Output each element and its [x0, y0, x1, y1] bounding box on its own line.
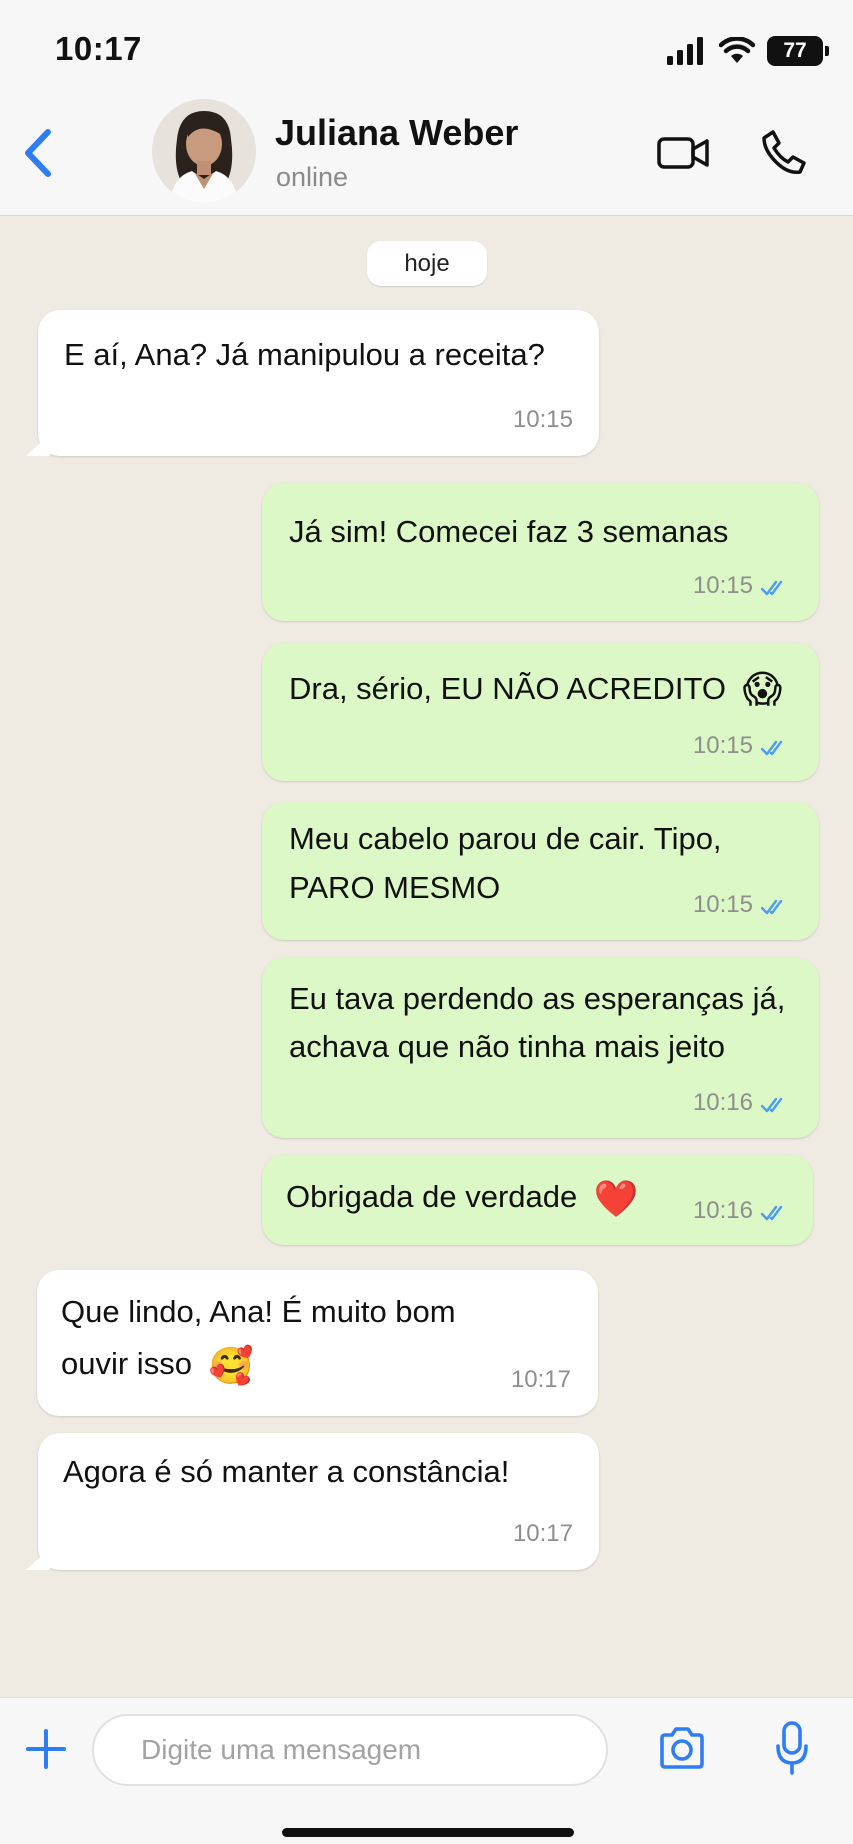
status-bar: 10:17 77 — [0, 0, 853, 98]
read-receipt-icon — [761, 1097, 783, 1113]
message-text: Já sim! Comecei faz 3 semanas — [289, 514, 729, 549]
message-outgoing[interactable]: Já sim! Comecei faz 3 semanas 10:15 — [262, 483, 819, 621]
message-text-line-1: Meu cabelo parou de cair. Tipo, — [289, 821, 722, 856]
message-time: 10:15 — [692, 732, 753, 759]
message-text-line-2: PARO MESMO — [289, 870, 501, 905]
message-time: 10:16 — [692, 1089, 753, 1116]
status-time: 10:17 — [55, 30, 142, 67]
status-icons: 77 — [667, 34, 829, 68]
message-time: 10:16 — [692, 1197, 753, 1224]
message-text-content: Dra, sério, EU NÃO ACREDITO — [289, 671, 726, 706]
message-text: Obrigada de verdade ❤️ — [286, 1172, 639, 1223]
scream-emoji: 😱 — [742, 669, 783, 712]
contact-name[interactable]: Juliana Weber — [275, 112, 518, 154]
message-text: Agora é só manter a constância! — [63, 1454, 510, 1489]
chat-header: Juliana Weber online — [0, 98, 853, 216]
message-incoming[interactable]: E aí, Ana? Já manipulou a receita? 10:15 — [38, 310, 599, 456]
phone-icon[interactable] — [760, 128, 808, 176]
contact-photo — [152, 99, 256, 203]
camera-icon[interactable] — [658, 1726, 706, 1770]
message-time: 10:17 — [510, 1366, 571, 1393]
message-input[interactable]: Digite uma mensagem — [92, 1714, 608, 1786]
message-composer: Digite uma mensagem — [0, 1697, 853, 1844]
wifi-icon — [719, 37, 755, 63]
heart-emoji: ❤️ — [593, 1178, 639, 1220]
avatar[interactable] — [152, 99, 256, 203]
read-receipt-icon — [761, 580, 783, 596]
message-text-line-1: Que lindo, Ana! É muito bom — [61, 1294, 456, 1329]
message-text-content: Obrigada de verdade — [286, 1179, 578, 1214]
message-text: Dra, sério, EU NÃO ACREDITO 😱 — [289, 664, 782, 715]
video-camera-icon[interactable] — [656, 132, 710, 174]
message-outgoing[interactable]: Meu cabelo parou de cair. Tipo, PARO MES… — [262, 802, 819, 940]
plus-icon[interactable] — [25, 1728, 67, 1770]
message-text-line-2: ouvir isso 🥰 — [61, 1338, 253, 1392]
message-time: 10:15 — [512, 406, 573, 433]
message-time: 10:15 — [692, 891, 753, 918]
read-receipt-icon — [761, 740, 783, 756]
message-time: 10:15 — [692, 572, 753, 599]
cellular-signal-icon — [667, 37, 703, 65]
read-receipt-icon — [761, 899, 783, 915]
message-outgoing[interactable]: Obrigada de verdade ❤️ 10:16 — [262, 1155, 813, 1245]
message-outgoing[interactable]: Eu tava perdendo as esperanças já, achav… — [262, 958, 819, 1138]
smiling-hearts-emoji: 🥰 — [208, 1344, 254, 1386]
battery-indicator: 77 — [767, 36, 829, 66]
chevron-left-icon[interactable] — [16, 124, 60, 182]
message-time: 10:17 — [512, 1520, 573, 1547]
message-outgoing[interactable]: Dra, sério, EU NÃO ACREDITO 😱 10:15 — [262, 643, 819, 781]
contact-status: online — [276, 162, 349, 192]
message-text-line-1: Eu tava perdendo as esperanças já, — [289, 981, 786, 1016]
message-incoming[interactable]: Que lindo, Ana! É muito bom ouvir isso 🥰… — [37, 1270, 598, 1416]
message-incoming[interactable]: Agora é só manter a constância! 10:17 — [38, 1433, 599, 1570]
read-receipt-icon — [761, 1205, 783, 1221]
date-separator: hoje — [367, 241, 487, 286]
message-text: E aí, Ana? Já manipulou a receita? — [64, 337, 545, 372]
microphone-icon[interactable] — [775, 1720, 809, 1776]
chat-area[interactable]: hoje E aí, Ana? Já manipulou a receita? … — [0, 217, 853, 1697]
message-text-content: ouvir isso — [61, 1346, 192, 1381]
message-text-line-2: achava que não tinha mais jeito — [289, 1029, 726, 1064]
home-indicator[interactable] — [282, 1828, 574, 1837]
